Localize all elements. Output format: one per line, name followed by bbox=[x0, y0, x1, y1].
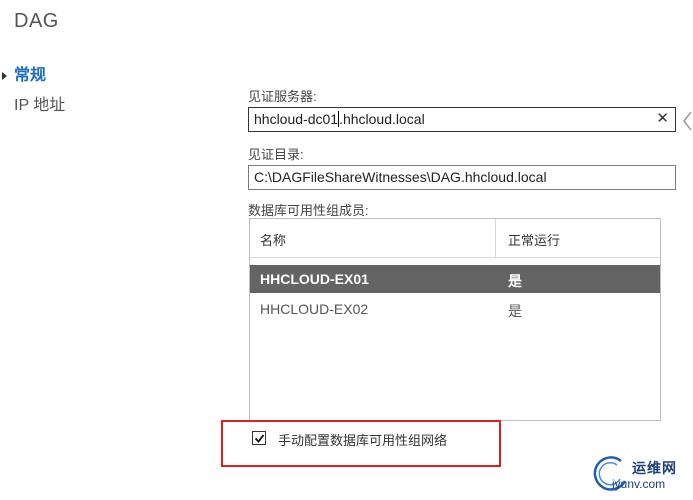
members-table: 名称 正常运行 HHCLOUD-EX01 是 HHCLOUD-EX02 是 bbox=[249, 218, 661, 421]
nav-item-general[interactable]: 常规 bbox=[0, 64, 65, 94]
annotation-highlight-box bbox=[221, 420, 501, 467]
witness-server-value-start: hhcloud-dc01 bbox=[254, 111, 339, 127]
witness-directory-input[interactable]: C:\DAGFileShareWitnesses\DAG.hhcloud.loc… bbox=[248, 165, 676, 190]
column-header-status[interactable]: 正常运行 bbox=[508, 230, 560, 249]
witness-directory-value: C:\DAGFileShareWitnesses\DAG.hhcloud.loc… bbox=[254, 169, 547, 185]
nav-item-label: IP 地址 bbox=[14, 97, 66, 114]
watermark-url: iyunv.com bbox=[612, 477, 666, 491]
witness-server-input[interactable]: hhcloud-dc01.hhcloud.local ✕ bbox=[248, 107, 676, 132]
column-header-name[interactable]: 名称 bbox=[260, 230, 286, 249]
table-row[interactable]: HHCLOUD-EX01 是 bbox=[250, 265, 660, 293]
clear-icon[interactable]: ✕ bbox=[656, 110, 669, 127]
column-divider bbox=[495, 219, 496, 257]
nav-item-label: 常规 bbox=[14, 67, 47, 84]
witness-server-label: 见证服务器: bbox=[248, 89, 317, 104]
table-row[interactable]: HHCLOUD-EX02 是 bbox=[250, 295, 660, 323]
witness-directory-label: 见证目录: bbox=[248, 147, 304, 162]
member-status: 是 bbox=[508, 303, 522, 319]
caret-right-icon bbox=[2, 72, 7, 80]
page-title: DAG bbox=[14, 10, 59, 32]
witness-server-value-end: .hhcloud.local bbox=[339, 111, 425, 127]
table-header: 名称 正常运行 bbox=[250, 219, 660, 258]
member-status: 是 bbox=[508, 273, 522, 289]
chevron-left-icon[interactable] bbox=[681, 110, 693, 132]
nav-item-ip-address[interactable]: IP 地址 bbox=[0, 94, 65, 124]
watermark-name: 运维网 bbox=[632, 460, 677, 476]
side-nav: 常规 IP 地址 bbox=[0, 64, 65, 124]
members-label: 数据库可用性组成员: bbox=[248, 203, 369, 218]
member-name: HHCLOUD-EX02 bbox=[260, 301, 369, 317]
member-name: HHCLOUD-EX01 bbox=[260, 271, 369, 287]
